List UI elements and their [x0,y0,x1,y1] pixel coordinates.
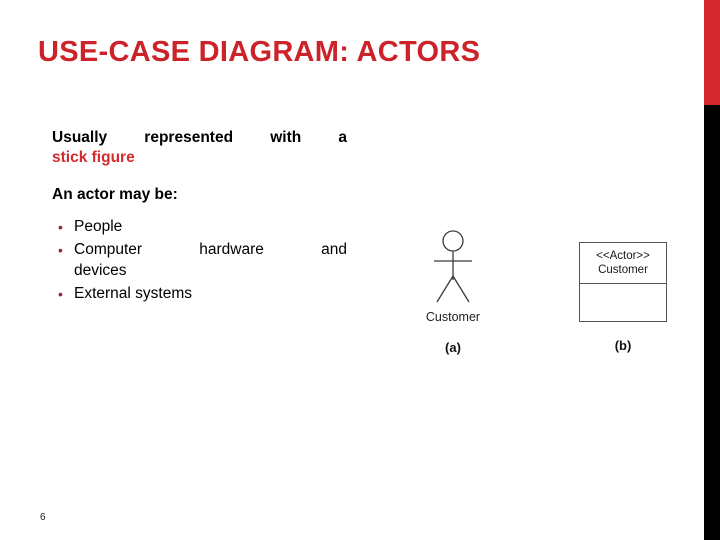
uml-class-box-icon: <<Actor>> Customer [579,242,667,322]
figure-part-b: <<Actor>> Customer (b) [558,228,688,353]
slide-canvas: USE-CASE DIAGRAM: ACTORS Usually represe… [0,0,720,540]
uml-class-name-label: Customer [598,264,648,276]
page-title: USE-CASE DIAGRAM: ACTORS [38,36,481,68]
actor-name-caption: Customer [425,310,481,324]
right-edge-accent-bar-red [704,0,720,105]
list-item: • External systems [52,284,347,305]
actor-types-list: • People • Computer hardware and devices … [52,217,347,305]
right-edge-accent-bar-black [704,105,720,540]
bullet-dot-icon: • [58,286,63,303]
content-body: Usually represented with a stick figure A… [52,128,347,307]
actor-notation-figure: Customer (a) <<Actor>> Customer (b) [398,228,690,368]
uml-box-attribute-compartment [580,284,666,322]
lead-paragraph-line-one: Usually represented with a [52,129,347,146]
list-item-line-one: Computer hardware and [74,241,347,259]
bullet-dot-icon: • [58,242,63,259]
list-item: • Computer hardware and devices [52,240,347,282]
list-item: • People [52,217,347,238]
uml-box-name-compartment: <<Actor>> Customer [580,243,666,284]
stick-figure-emphasis: stick figure [52,149,135,167]
figure-label-a: (a) [445,340,461,355]
bullet-dot-icon: • [58,219,63,236]
figure-label-b: (b) [614,338,632,353]
lead-paragraph: Usually represented with a stick figure [52,128,347,168]
list-item-label: External systems [74,285,193,303]
list-item-label: People [74,218,123,236]
stick-figure-actor-icon [434,230,472,303]
figure-part-a: Customer (a) [398,228,508,355]
list-item-line-two: devices [74,262,127,280]
list-item-label: Computer hardware and devices [74,240,347,282]
page-number: 6 [40,512,46,523]
uml-stereotype-label: <<Actor>> [596,249,650,262]
sub-heading: An actor may be: [52,186,178,204]
